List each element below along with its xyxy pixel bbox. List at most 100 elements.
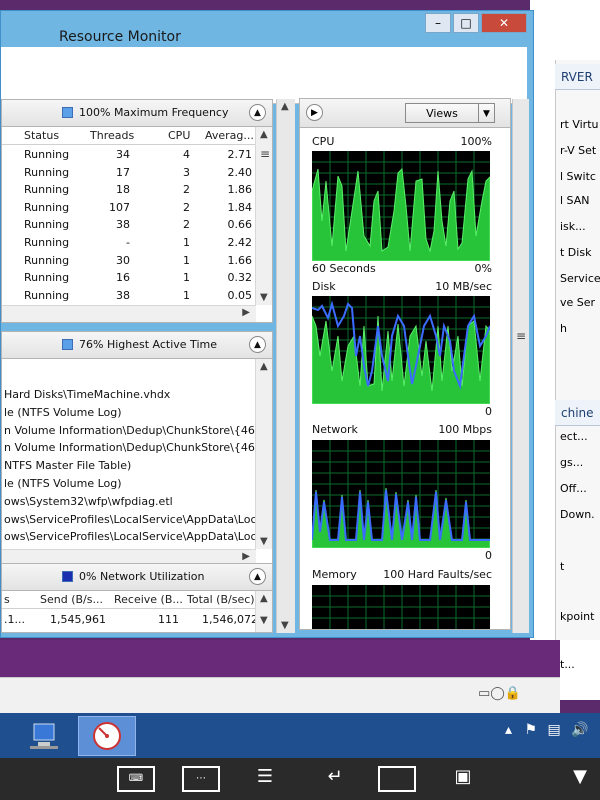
window-mode-icon[interactable] (378, 766, 416, 792)
bg-action-item[interactable]: ve Ser (560, 296, 595, 309)
background-status-bar: ▭◯🔒 (0, 677, 560, 714)
keyboard-icon[interactable]: ⌨ (117, 766, 155, 792)
collapse-toolbar-icon[interactable]: ▼ (568, 766, 592, 792)
cell-cpu: 1 (183, 236, 190, 249)
net-cell-send: 1,545,961 (50, 613, 106, 626)
bg-action-item[interactable]: r-V Set (560, 144, 596, 157)
views-dropdown-arrow-icon[interactable]: ▼ (479, 103, 495, 123)
bg-action-item[interactable]: t (560, 560, 564, 573)
scroll-up-icon[interactable]: ▲ (260, 129, 268, 140)
net-cell-total: 1,546,072 (202, 613, 258, 626)
bg-action-item[interactable]: isk... (560, 220, 586, 233)
cell-threads: 17 (116, 165, 130, 179)
bg-action-item[interactable]: gs... (560, 456, 583, 469)
scroll-right-icon[interactable]: ▶ (242, 551, 250, 562)
list-item[interactable]: ows\ServiceProfiles\LocalService\AppData… (4, 513, 270, 526)
scroll-right-icon[interactable]: ▶ (242, 307, 250, 318)
list-item[interactable]: NTFS Master File Table) (4, 459, 131, 472)
scroll-down-icon[interactable]: ▼ (281, 620, 289, 631)
minimize-button[interactable]: – (425, 13, 451, 33)
table-row[interactable]: Running 30 1 1.66 (2, 252, 256, 270)
resource-monitor-taskbar-icon[interactable] (78, 716, 136, 756)
table-row[interactable]: Running 38 1 0.05 (2, 287, 256, 305)
network-panel-header[interactable]: 0% Network Utilization ▲ (2, 564, 272, 591)
cell-threads: 34 (116, 148, 130, 161)
column-name[interactable]: s (4, 593, 10, 606)
menu-list-icon[interactable]: ☰ (250, 766, 280, 792)
column-receive[interactable]: Receive (B... (114, 593, 183, 606)
table-row[interactable]: Running 16 1 0.32 (2, 269, 256, 287)
volume-icon[interactable]: 🔊 (571, 722, 588, 738)
network-utilization-indicator (62, 571, 73, 582)
bg-action-item[interactable]: rt Virtu (560, 118, 598, 131)
scroll-up-icon[interactable]: ▲ (260, 593, 268, 604)
views-button[interactable]: Views (405, 103, 479, 123)
table-row[interactable]: Running 34 4 2.71 (2, 146, 256, 164)
flag-icon[interactable]: ⚑ (524, 722, 537, 738)
cell-cpu: 1 (183, 288, 190, 302)
disk-vertical-scrollbar[interactable]: ▲ ▼ (255, 359, 272, 549)
network-panel-header-text: 0% Network Utilization (79, 570, 205, 583)
cell-threads: 107 (109, 200, 130, 214)
list-item[interactable]: le (NTFS Volume Log) (4, 406, 122, 419)
network-taskbar-icon[interactable] (20, 716, 68, 756)
enter-key-icon[interactable]: ↵ (320, 766, 350, 792)
column-status[interactable]: Status (24, 129, 59, 142)
bg-action-item[interactable]: l SAN (560, 194, 590, 207)
column-total[interactable]: Total (B/sec) (187, 593, 255, 606)
table-row[interactable]: Running 17 3 2.40 (2, 164, 256, 182)
bg-action-item[interactable]: ect... (560, 430, 588, 443)
bg-action-item[interactable]: t... (560, 658, 575, 671)
list-item[interactable]: n Volume Information\Dedup\ChunkStore\{4… (4, 424, 269, 437)
column-threads[interactable]: Threads (90, 129, 134, 142)
lock-icon[interactable]: ▣ (448, 766, 478, 792)
collapse-icon[interactable]: ▲ (249, 568, 266, 585)
scroll-up-icon[interactable]: ▲ (260, 361, 268, 372)
bg-action-item[interactable]: l Switc (560, 170, 596, 183)
function-keys-icon[interactable]: ⋯ (182, 766, 220, 792)
vertical-splitter[interactable]: ▲ ▼ (276, 99, 295, 633)
scroll-down-icon[interactable]: ▼ (260, 292, 268, 303)
show-hidden-icons-icon[interactable]: ▴ (505, 722, 512, 738)
remote-session-toolbar: ⌨ ⋯ ☰ ↵ ▣ ▼ (0, 758, 600, 800)
bg-action-item[interactable]: Off... (560, 482, 587, 495)
close-button[interactable]: ✕ (481, 13, 527, 33)
collapse-icon[interactable]: ▲ (249, 104, 266, 121)
bg-action-item[interactable]: Service (560, 272, 600, 285)
list-item[interactable]: ows\System32\wfp\wfpdiag.etl (4, 495, 173, 508)
bg-action-item[interactable]: kpoint (560, 610, 594, 623)
bg-section-header: RVER (555, 64, 600, 90)
maximize-button[interactable]: □ (453, 13, 479, 33)
cpu-vertical-scrollbar[interactable]: ▲ ≡ ▼ (255, 127, 272, 305)
list-item[interactable]: Hard Disks\TimeMachine.vhdx (4, 388, 170, 401)
table-row[interactable]: .1... 1,545,961 111 1,546,072 (2, 611, 258, 629)
scroll-grip-icon[interactable]: ≡ (260, 147, 270, 161)
table-row[interactable]: Running 38 2 0.66 (2, 216, 256, 234)
graph-pane-splitter[interactable]: ≡ (512, 99, 529, 633)
cpu-horizontal-scrollbar[interactable]: ▶ (2, 305, 256, 322)
column-average[interactable]: Averag... (205, 129, 254, 142)
network-tray-icon[interactable]: ▤ (548, 722, 561, 738)
bg-action-item[interactable]: t Disk (560, 246, 591, 259)
list-item[interactable]: n Volume Information\Dedup\ChunkStore\{4… (4, 441, 269, 454)
list-item[interactable]: ows\ServiceProfiles\LocalService\AppData… (4, 530, 266, 543)
bg-action-item[interactable]: h (560, 322, 567, 335)
cell-average: 1.86 (227, 183, 253, 197)
scroll-down-icon[interactable]: ▼ (260, 536, 268, 547)
table-row[interactable]: Running - 1 2.42 (2, 234, 256, 252)
disk-panel-header[interactable]: 76% Highest Active Time ▲ (2, 332, 272, 359)
scroll-down-icon[interactable]: ▼ (260, 615, 268, 626)
bg-action-item[interactable]: Down. (560, 508, 595, 521)
splitter-grip-icon[interactable]: ≡ (516, 329, 526, 343)
network-vertical-scrollbar[interactable]: ▲ ▼ (255, 591, 272, 632)
column-send[interactable]: Send (B/s... (40, 593, 103, 606)
cpu-panel-header[interactable]: 100% Maximum Frequency ▲ (2, 100, 272, 127)
scroll-up-icon[interactable]: ▲ (281, 101, 289, 112)
table-row[interactable]: Running 18 2 1.86 (2, 181, 256, 199)
column-cpu[interactable]: CPU (168, 129, 190, 142)
table-row[interactable]: Running 107 2 1.84 (2, 199, 256, 217)
cell-average: 2.71 (227, 148, 253, 161)
list-item[interactable]: le (NTFS Volume Log) (4, 477, 122, 490)
collapse-icon[interactable]: ▲ (249, 336, 266, 353)
expand-icon[interactable]: ▶ (306, 104, 323, 121)
